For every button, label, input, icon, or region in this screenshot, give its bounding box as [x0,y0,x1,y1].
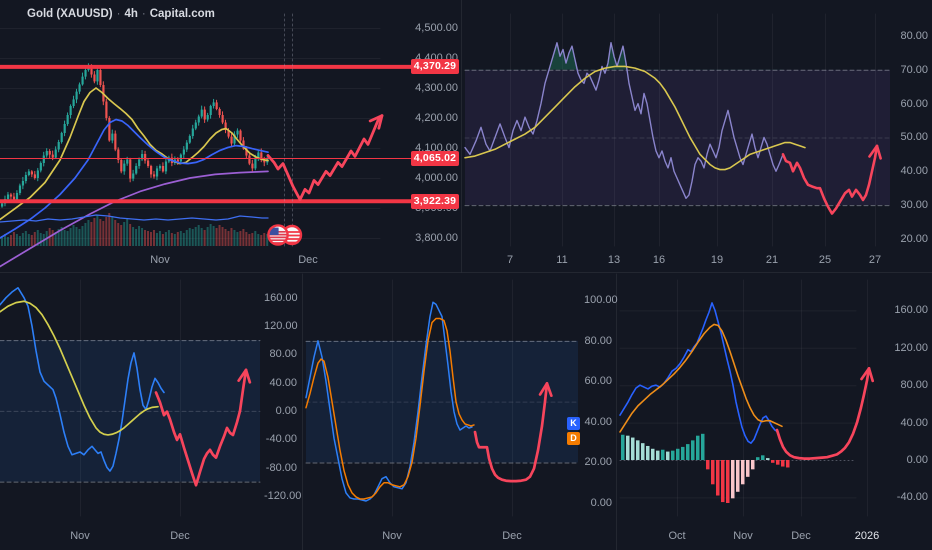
x-axis-label-cci: Dec [170,530,190,542]
stoch-k-badge: K [567,417,580,430]
x-axis-label-stoch: Nov [382,530,402,542]
last-price-tag: 4,065.02 [411,150,459,166]
y-axis-label-cci: -120.00 [264,489,302,502]
interval-label[interactable]: 4h [124,8,137,20]
y-axis-label-rsi: 70.00 [900,63,928,76]
y-axis-label-rsi: 40.00 [900,165,928,178]
y-axis-label-macd: 80.00 [900,379,928,392]
y-axis-label-stoch: 20.00 [584,456,612,469]
x-axis-label-rsi: 16 [652,254,666,266]
x-axis-label-cci: Nov [70,530,90,542]
y-axis-label-cci: -40.00 [265,433,297,446]
y-axis-label-stoch: 40.00 [584,415,612,428]
charts-canvas[interactable] [0,0,932,550]
y-axis-label-macd: 160.00 [894,304,928,317]
y-axis-label-rsi: 60.00 [900,97,928,110]
y-axis-label-macd: -40.00 [896,491,928,504]
economic-events-flag-icon[interactable] [265,222,305,250]
resistance-price-tag: 4,370.29 [411,59,459,75]
data-source-label: Capital.com [149,8,215,20]
x-axis-label-stoch: Dec [502,530,522,542]
y-axis-label-main: 4,500.00 [415,22,458,34]
y-axis-label-stoch: 100.00 [584,294,618,307]
symbol-name: Gold (XAUUSD) [27,8,113,20]
y-axis-label-cci: 80.00 [269,348,297,361]
y-axis-label-rsi: 20.00 [900,232,928,245]
flag-us-circle [267,224,289,246]
y-axis-label-main: 4,300.00 [415,82,458,94]
y-axis-label-stoch: 0.00 [590,497,612,510]
y-axis-label-rsi: 50.00 [900,131,928,144]
x-axis-label-macd: 2026 [854,530,880,542]
title-separator-2: · [141,8,146,20]
y-axis-label-main: 3,800.00 [415,231,458,244]
y-axis-label-rsi: 80.00 [900,29,928,42]
y-axis-label-macd: 40.00 [900,416,928,429]
y-axis-label-cci: 120.00 [264,319,298,332]
y-axis-label-main: 4,000.00 [415,171,458,184]
x-axis-label-rsi: 27 [868,254,882,266]
x-axis-label-main: Nov [150,254,170,266]
stoch-d-badge: D [567,432,580,445]
x-axis-label-macd: Oct [668,530,686,542]
y-axis-label-stoch: 60.00 [584,375,612,388]
x-axis-label-rsi: 19 [710,254,724,266]
y-axis-label-cci: 160.00 [264,291,298,304]
x-axis-label-macd: Dec [791,530,811,542]
chart-title: Gold (XAUUSD) · 4h · Capital.com [27,8,215,20]
trading-chart-workspace: Gold (XAUUSD) · 4h · Capital.com 4,500.00 4,4… [0,0,932,550]
y-axis-label-main: 4,200.00 [415,112,458,124]
y-axis-label-macd: 120.00 [894,341,928,354]
y-axis-label-cci: 0.00 [275,404,297,417]
x-axis-label-macd: Nov [733,530,753,542]
y-axis-label-macd: 0.00 [906,453,928,466]
x-axis-label-rsi: 25 [818,254,832,266]
y-axis-label-cci: 40.00 [269,376,297,389]
y-axis-label-cci: -80.00 [265,461,297,474]
x-axis-label-main: Dec [298,254,318,266]
x-axis-label-rsi: 21 [765,254,779,266]
title-separator-1: · [116,8,121,20]
support-price-tag: 3,922.39 [411,193,459,209]
y-axis-label-stoch: 80.00 [584,334,612,347]
x-axis-label-rsi: 11 [556,254,568,266]
x-axis-label-rsi: 7 [506,254,514,266]
y-axis-label-rsi: 30.00 [900,199,928,212]
x-axis-label-rsi: 13 [607,254,621,266]
